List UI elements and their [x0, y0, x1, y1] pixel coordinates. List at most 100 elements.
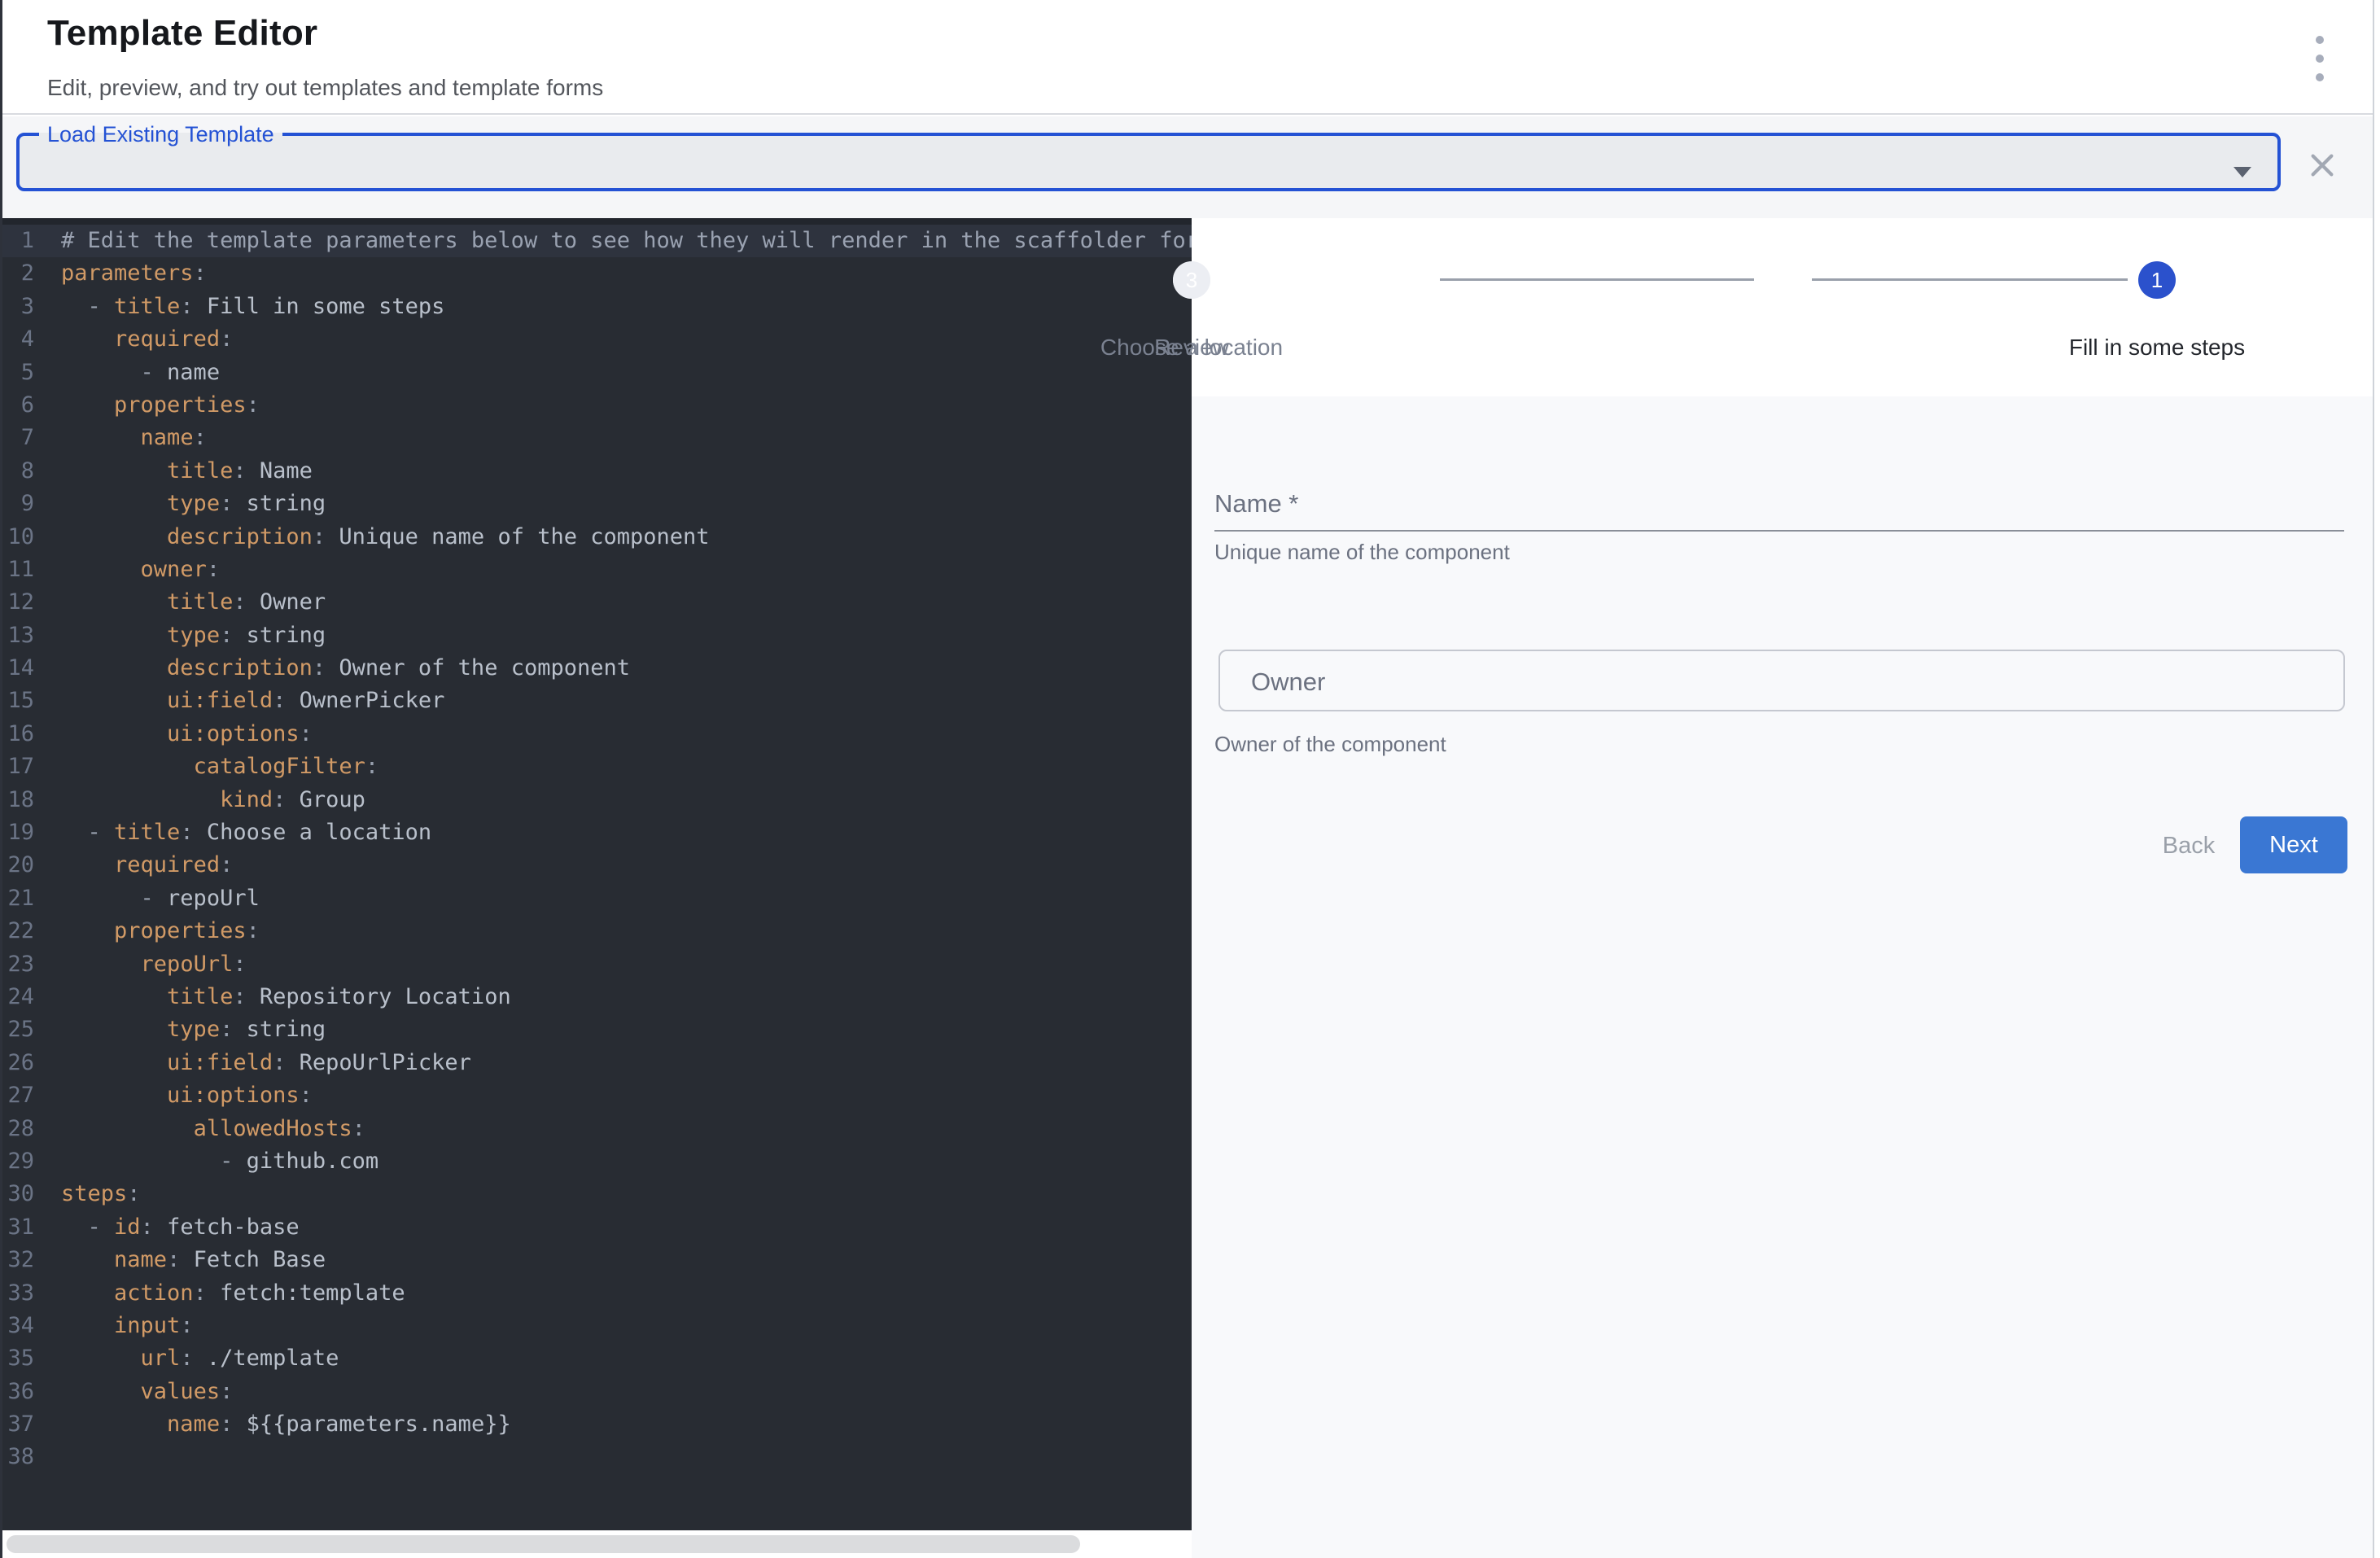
code-line: 14 description: Owner of the component — [0, 652, 1192, 685]
code-line: 27 ui:options: — [0, 1079, 1192, 1112]
code-line: 16 ui:options: — [0, 718, 1192, 751]
line-number: 8 — [0, 455, 34, 488]
code-line: 25 type: string — [0, 1013, 1192, 1046]
line-number: 21 — [0, 882, 34, 915]
code-text: - github.com — [61, 1145, 378, 1178]
code-line: 33 action: fetch:template — [0, 1277, 1192, 1310]
line-number: 9 — [0, 488, 34, 520]
line-number: 26 — [0, 1047, 34, 1079]
code-line: 24 title: Repository Location — [0, 981, 1192, 1013]
code-text: repoUrl: — [61, 948, 247, 981]
back-button[interactable]: Back — [2144, 818, 2233, 873]
line-number: 19 — [0, 816, 34, 849]
code-text: name: ${{parameters.name}} — [61, 1408, 511, 1441]
more-vertical-icon[interactable] — [2303, 36, 2336, 81]
name-input[interactable]: Name * — [1214, 478, 2344, 535]
line-number: 3 — [0, 291, 34, 323]
code-line: 2parameters: — [0, 257, 1192, 290]
code-text: action: fetch:template — [61, 1277, 405, 1310]
line-number: 10 — [0, 521, 34, 554]
code-text: # Edit the template parameters below to … — [61, 225, 1192, 257]
step-label: Review — [1021, 335, 1363, 361]
code-line: 30steps: — [0, 1178, 1192, 1210]
code-line: 32 name: Fetch Base — [0, 1244, 1192, 1276]
line-number: 2 — [0, 257, 34, 290]
code-line: 13 type: string — [0, 619, 1192, 652]
line-number: 37 — [0, 1408, 34, 1441]
line-number: 18 — [0, 784, 34, 816]
line-number: 27 — [0, 1079, 34, 1112]
code-text: ui:options: — [61, 718, 313, 751]
code-line: 21 - repoUrl — [0, 882, 1192, 915]
code-text: catalogFilter: — [61, 751, 378, 783]
code-line: 15 ui:field: OwnerPicker — [0, 685, 1192, 717]
code-text: ui:field: OwnerPicker — [61, 685, 444, 717]
line-number: 11 — [0, 554, 34, 586]
chevron-down-icon — [2233, 167, 2251, 177]
line-number: 13 — [0, 619, 34, 652]
line-number: 5 — [0, 357, 34, 389]
load-template-select[interactable]: Load Existing Template — [16, 128, 2281, 191]
code-line: 35 url: ./template — [0, 1342, 1192, 1375]
code-text: - repoUrl — [61, 882, 260, 915]
code-text: required: — [61, 849, 233, 882]
code-line: 6 properties: — [0, 389, 1192, 422]
code-line: 20 required: — [0, 849, 1192, 882]
line-number: 1 — [0, 225, 34, 257]
code-line: 17 catalogFilter: — [0, 751, 1192, 783]
clear-template-button[interactable] — [2302, 146, 2343, 186]
name-helper-text: Unique name of the component — [1214, 540, 1510, 565]
step-label: Fill in some steps — [1986, 335, 2328, 361]
code-text: required: — [61, 323, 233, 356]
name-input-underline — [1214, 530, 2344, 532]
code-line: 5 - name — [0, 357, 1192, 389]
load-template-label: Load Existing Template — [39, 128, 282, 141]
line-number: 4 — [0, 323, 34, 356]
line-number: 23 — [0, 948, 34, 981]
stepper-step: 3Review — [1021, 261, 1363, 361]
line-number: 24 — [0, 981, 34, 1013]
code-line: 1 # Edit the template parameters below to… — [0, 225, 1192, 257]
template-editor-page: Template Editor Edit, preview, and try o… — [0, 0, 2380, 1558]
line-number: 36 — [0, 1376, 34, 1408]
code-line: 3 - title: Fill in some steps — [0, 291, 1192, 323]
code-line: 11 owner: — [0, 554, 1192, 586]
code-text: values: — [61, 1376, 233, 1408]
line-number: 7 — [0, 422, 34, 454]
header: Template Editor Edit, preview, and try o… — [0, 0, 2373, 115]
code-line: 18 kind: Group — [0, 784, 1192, 816]
code-text: allowedHosts: — [61, 1113, 365, 1145]
code-line: 28 allowedHosts: — [0, 1113, 1192, 1145]
editor-horizontal-scrollbar[interactable] — [0, 1530, 1192, 1558]
code-text: title: Name — [61, 455, 313, 488]
scrollbar-thumb[interactable] — [7, 1535, 1080, 1553]
code-text: - id: fetch-base — [61, 1211, 300, 1244]
stepper: 1Fill in some steps2Choose a location3Re… — [1192, 218, 2373, 396]
code-line: 12 title: Owner — [0, 586, 1192, 619]
code-line: 7 name: — [0, 422, 1192, 454]
code-text: - name — [61, 357, 220, 389]
code-text: properties: — [61, 389, 260, 422]
code-editor[interactable]: 1 # Edit the template parameters below to… — [0, 218, 1192, 1530]
code-line: 4 required: — [0, 323, 1192, 356]
name-input-label: Name * — [1214, 489, 1298, 519]
code-text: properties: — [61, 915, 260, 947]
page-subtitle: Edit, preview, and try out templates and… — [47, 75, 603, 101]
step-connector — [1440, 278, 1754, 281]
line-number: 15 — [0, 685, 34, 717]
line-number: 22 — [0, 915, 34, 947]
code-text: type: string — [61, 619, 326, 652]
close-icon — [2305, 148, 2339, 182]
line-number: 32 — [0, 1244, 34, 1276]
stepper-step: 1 Fill in some steps — [1986, 261, 2328, 361]
step-number-badge: 1 — [2138, 261, 2176, 299]
code-text: description: Unique name of the componen… — [61, 521, 710, 554]
code-line: 36 values: — [0, 1376, 1192, 1408]
code-line: 22 properties: — [0, 915, 1192, 947]
code-text: kind: Group — [61, 784, 365, 816]
owner-input[interactable]: Owner — [1218, 650, 2345, 711]
code-text: owner: — [61, 554, 220, 586]
code-text: type: string — [61, 1013, 326, 1046]
code-line: 19 - title: Choose a location — [0, 816, 1192, 849]
next-button[interactable]: Next — [2240, 816, 2347, 873]
